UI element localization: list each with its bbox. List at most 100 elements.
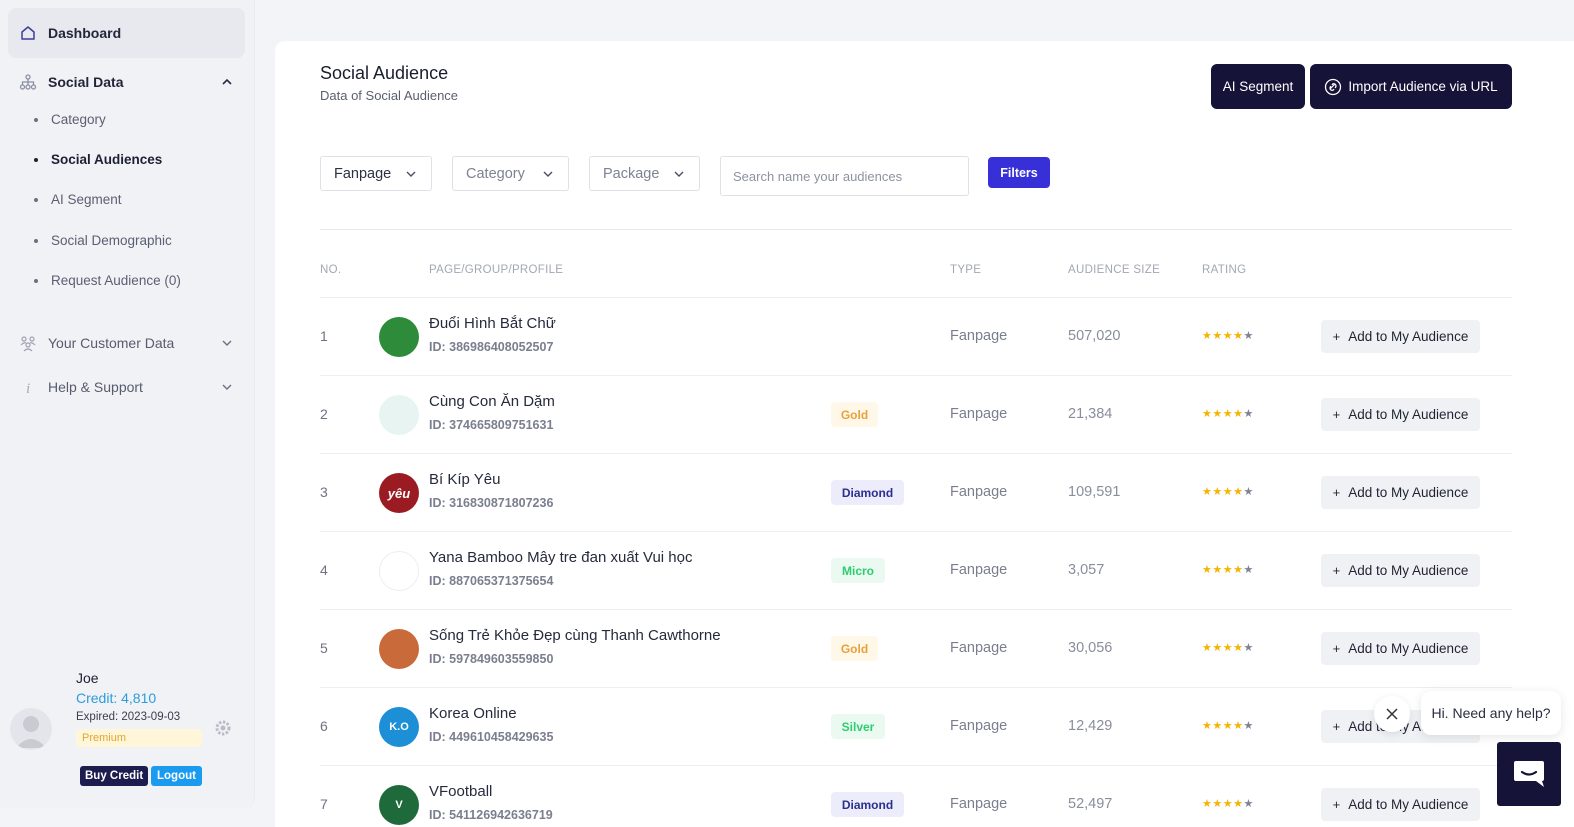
- star-icon: ★: [1233, 798, 1244, 810]
- nav-customer-data[interactable]: Your Customer Data: [8, 325, 245, 361]
- table-row: 5 Sống Trẻ Khỏe Đẹp cùng Thanh Cawthorne I…: [320, 609, 1512, 687]
- rating-stars: ★★★★★: [1202, 563, 1254, 576]
- page-name[interactable]: VFootball: [429, 783, 492, 800]
- audience-size: 12,429: [1068, 718, 1113, 734]
- star-icon: ★: [1202, 330, 1213, 342]
- avatar[interactable]: [10, 708, 52, 750]
- page-id: ID: 386986408052507: [429, 340, 554, 354]
- page-name[interactable]: Yana Bamboo Mây tre đan xuất Vui học: [429, 549, 693, 566]
- info-icon: i: [18, 377, 38, 397]
- page-name[interactable]: Korea Online: [429, 705, 517, 722]
- fanpage-dropdown[interactable]: Fanpage: [320, 156, 432, 191]
- logout-button[interactable]: Logout: [151, 766, 202, 786]
- plus-icon: +: [1332, 719, 1341, 734]
- star-icon: ★: [1222, 642, 1234, 654]
- rating-stars: ★★★★★: [1202, 407, 1254, 420]
- page-name[interactable]: Đuổi Hình Bắt Chữ: [429, 315, 556, 332]
- add-to-audience-button[interactable]: + Add to My Audience: [1321, 320, 1480, 353]
- star-icon: ★: [1222, 408, 1234, 420]
- star-icon: ★: [1202, 408, 1213, 420]
- search-input[interactable]: [720, 156, 969, 196]
- row-number: 7: [320, 796, 328, 812]
- star-icon: ★: [1233, 408, 1244, 420]
- page-name[interactable]: Sống Trẻ Khỏe Đẹp cùng Thanh Cawthorne: [429, 627, 721, 644]
- page-type: Fanpage: [950, 640, 1008, 656]
- filters-button[interactable]: Filters: [988, 157, 1050, 188]
- star-icon: ★: [1222, 564, 1234, 576]
- nav-help-support[interactable]: i Help & Support: [8, 369, 245, 405]
- chevron-down-icon: [406, 171, 416, 177]
- package-badge: Silver: [831, 714, 885, 739]
- add-to-audience-button[interactable]: + Add to My Audience: [1321, 398, 1480, 431]
- page-name[interactable]: Cùng Con Ăn Dặm: [429, 393, 555, 410]
- sitemap-icon: [18, 72, 38, 92]
- ai-segment-button[interactable]: AI Segment: [1211, 64, 1305, 109]
- nav-social-data[interactable]: Social Data: [8, 64, 245, 100]
- page-id: ID: 541126942636719: [429, 808, 553, 822]
- audience-size: 109,591: [1068, 484, 1121, 500]
- plus-icon: +: [1332, 485, 1341, 500]
- star-icon: ★: [1243, 642, 1254, 654]
- page-name[interactable]: Bí Kíp Yêu: [429, 471, 500, 488]
- chat-icon: [1514, 761, 1544, 787]
- star-icon: ★: [1243, 720, 1254, 732]
- user-panel: Joe Credit: 4,810 Expired: 2023-09-03 Pr…: [0, 660, 255, 800]
- page-id: ID: 449610458429635: [429, 730, 554, 744]
- table-row: 7 V VFootball ID: 541126942636719 Diamond Fan…: [320, 765, 1512, 827]
- page-avatar: [379, 551, 419, 591]
- gear-icon[interactable]: [214, 719, 232, 737]
- plus-icon: +: [1332, 329, 1341, 344]
- row-number: 6: [320, 718, 328, 734]
- buy-credit-button[interactable]: Buy Credit: [80, 766, 149, 786]
- row-number: 2: [320, 406, 328, 422]
- table-row: 3 yêu Bí Kíp Yêu ID: 316830871807236 Diamond…: [320, 453, 1512, 531]
- sidebar-item-ai-segment[interactable]: AI Segment: [34, 192, 122, 207]
- table-row: 1 Đuổi Hình Bắt Chữ ID: 386986408052507 Fan…: [320, 297, 1512, 375]
- row-number: 5: [320, 640, 328, 656]
- star-icon: ★: [1243, 408, 1254, 420]
- chat-close-button[interactable]: [1374, 696, 1410, 732]
- import-audience-button[interactable]: Import Audience via URL: [1310, 64, 1512, 109]
- plan-badge: Premium: [76, 729, 202, 747]
- package-badge: Micro: [831, 558, 885, 583]
- chevron-down-icon: [222, 340, 232, 346]
- user-expired: Expired: 2023-09-03: [76, 711, 181, 723]
- sidebar-item-social-demographic[interactable]: Social Demographic: [34, 233, 172, 248]
- page-avatar: [379, 629, 419, 669]
- sidebar-item-request-audience[interactable]: Request Audience (0): [34, 273, 181, 288]
- rating-stars: ★★★★★: [1202, 719, 1254, 732]
- chat-prompt[interactable]: Hi. Need any help?: [1421, 691, 1561, 735]
- table-row: 4 Yana Bamboo Mây tre đan xuất Vui học ID:…: [320, 531, 1512, 609]
- audience-size: 30,056: [1068, 640, 1113, 656]
- package-badge: Diamond: [831, 480, 904, 505]
- users-icon: [18, 333, 38, 353]
- page-type: Fanpage: [950, 562, 1008, 578]
- star-icon: ★: [1212, 408, 1223, 420]
- sidebar-item-category[interactable]: Category: [34, 112, 106, 127]
- page-type: Fanpage: [950, 328, 1008, 344]
- header-rating: RATING: [1202, 264, 1247, 276]
- add-to-audience-button[interactable]: + Add to My Audience: [1321, 788, 1480, 821]
- chevron-down-icon: [543, 171, 553, 177]
- rating-stars: ★★★★★: [1202, 641, 1254, 654]
- star-icon: ★: [1202, 564, 1213, 576]
- star-icon: ★: [1233, 642, 1244, 654]
- category-dropdown[interactable]: Category: [452, 156, 569, 191]
- add-to-audience-button[interactable]: + Add to My Audience: [1321, 554, 1480, 587]
- divider: [320, 229, 1512, 230]
- package-dropdown[interactable]: Package: [589, 156, 700, 191]
- add-to-audience-button[interactable]: + Add to My Audience: [1321, 476, 1480, 509]
- star-icon: ★: [1212, 642, 1223, 654]
- nav-dashboard-label: Dashboard: [48, 25, 122, 41]
- add-to-audience-button[interactable]: + Add to My Audience: [1321, 632, 1480, 665]
- audience-size: 3,057: [1068, 562, 1105, 578]
- nav-dashboard[interactable]: Dashboard: [8, 8, 245, 58]
- page-id: ID: 887065371375654: [429, 574, 554, 588]
- sidebar-item-social-audiences[interactable]: Social Audiences: [34, 152, 162, 167]
- page-id: ID: 316830871807236: [429, 496, 554, 510]
- star-icon: ★: [1243, 564, 1254, 576]
- page-type: Fanpage: [950, 796, 1008, 812]
- chat-launcher-button[interactable]: [1497, 742, 1561, 806]
- svg-text:i: i: [26, 381, 30, 396]
- sidebar: Dashboard Social Data Category Social Au…: [0, 0, 255, 808]
